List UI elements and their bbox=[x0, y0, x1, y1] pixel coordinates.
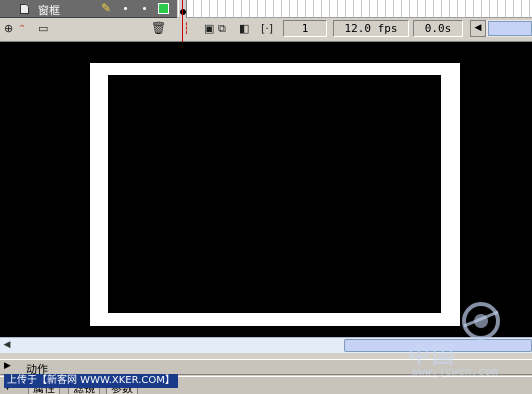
current-frame-field: 1 bbox=[283, 20, 327, 37]
center-frame-icon[interactable]: ┆ bbox=[183, 21, 193, 36]
window-frame-inner[interactable] bbox=[108, 75, 441, 313]
add-motion-guide-icon[interactable]: ᵔ bbox=[20, 21, 34, 36]
frame-grid[interactable] bbox=[178, 0, 532, 18]
edit-multiple-frames-icon[interactable]: ◧ bbox=[239, 21, 253, 36]
timeline-panel: 窗框 ✎ ⊕ ᵔ ▭ 🗑 ┆ ▣ ⧉ ◧ [·] 1 12.0 fps 0.0s… bbox=[0, 0, 532, 42]
visibility-dot-icon[interactable] bbox=[124, 7, 127, 10]
onion-skin-icon[interactable]: ▣ bbox=[204, 21, 218, 36]
add-folder-icon[interactable]: ▭ bbox=[38, 21, 52, 36]
layer-name[interactable]: 窗框 bbox=[38, 2, 60, 18]
onion-outline-icon[interactable]: ⧉ bbox=[218, 21, 232, 36]
expand-arrow-icon[interactable]: ▶ bbox=[4, 361, 11, 371]
timeline-scroll-left-button[interactable]: ◀ bbox=[470, 20, 486, 37]
elapsed-time-field: 0.0s bbox=[413, 20, 463, 37]
layer-row[interactable]: 窗框 ✎ bbox=[0, 0, 177, 18]
keyframe-marker-icon bbox=[180, 9, 186, 15]
upload-source-banner: 上传于【新客网 WWW.XKER.COM】 bbox=[4, 374, 178, 388]
lock-dot-icon[interactable] bbox=[143, 7, 146, 10]
layer-page-icon bbox=[20, 4, 29, 14]
onion-markers-icon[interactable]: [·] bbox=[261, 21, 275, 36]
pencil-icon: ✎ bbox=[101, 1, 112, 15]
scroll-left-arrow-icon[interactable]: ◀ bbox=[0, 338, 14, 353]
frame-rate-field[interactable]: 12.0 fps bbox=[333, 20, 409, 37]
timeline-scroll-thumb[interactable] bbox=[488, 21, 532, 36]
timeline-toolbar: ⊕ ᵔ ▭ 🗑 ┆ ▣ ⧉ ◧ [·] 1 12.0 fps 0.0s ◀ bbox=[0, 18, 532, 40]
trash-icon[interactable]: 🗑 bbox=[151, 21, 166, 36]
watermark-url: www.jcwcn.com bbox=[412, 365, 499, 378]
outline-color-icon[interactable] bbox=[158, 3, 169, 14]
add-layer-icon[interactable]: ⊕ bbox=[4, 21, 18, 36]
watermark-logo-icon bbox=[462, 302, 500, 340]
